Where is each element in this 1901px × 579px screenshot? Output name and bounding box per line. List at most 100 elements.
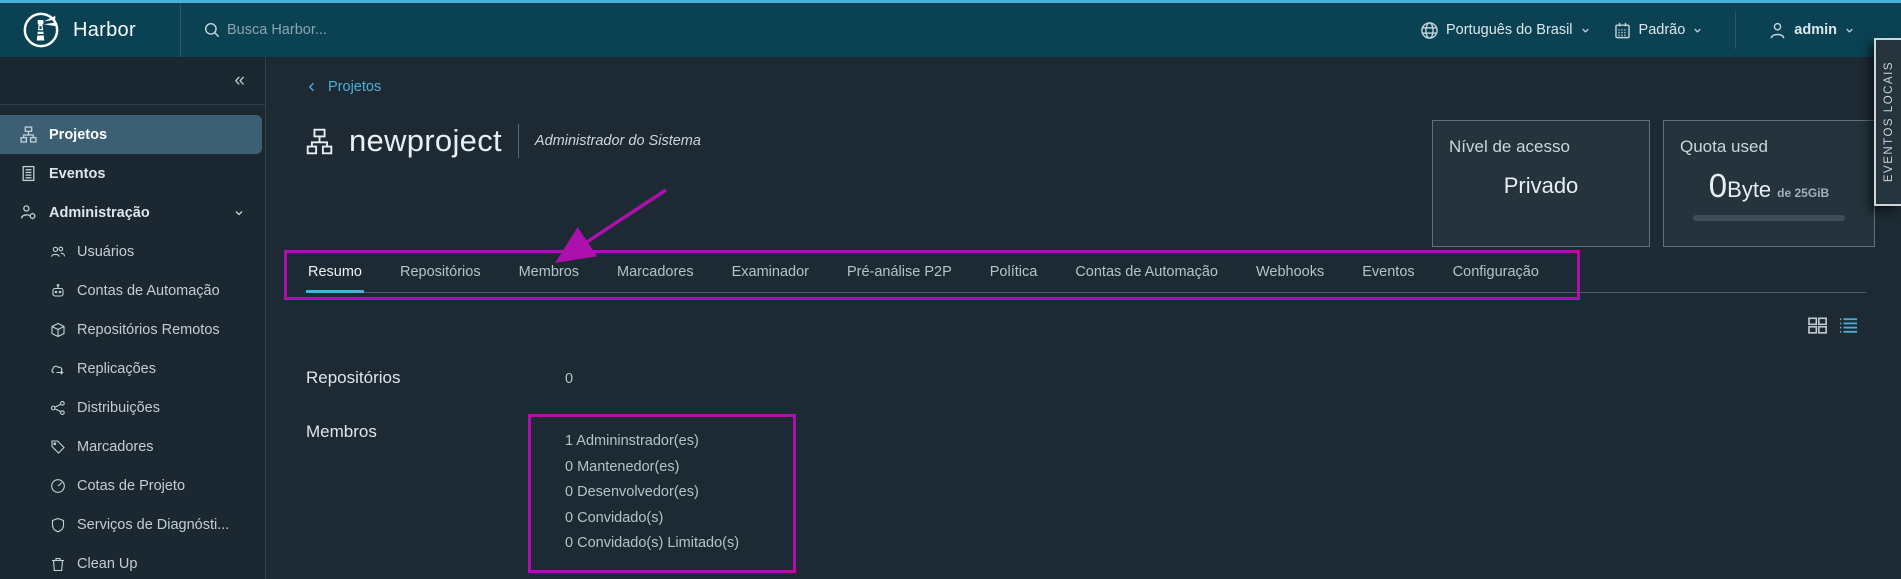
sidebar-item-clean-up[interactable]: Clean Up <box>0 544 265 579</box>
sidebar-item-label: Administração <box>49 204 150 221</box>
sidebar-item-replicacoes[interactable]: Replicações <box>0 349 265 388</box>
page-title: newproject <box>349 123 502 158</box>
harbor-logo-icon <box>22 11 60 49</box>
sidebar-item-administracao[interactable]: Administração <box>0 193 265 232</box>
user-icon <box>1768 21 1787 40</box>
theme-selector[interactable]: Padrão <box>1613 21 1704 40</box>
breadcrumb-label: Projetos <box>328 79 382 95</box>
harbor-brand[interactable]: Harbor <box>0 11 180 49</box>
sidebar-item-repositorios-remotos[interactable]: Repositórios Remotos <box>0 310 265 349</box>
sidebar-item-distribuicoes[interactable]: Distribuições <box>0 388 265 427</box>
breadcrumb[interactable]: Projetos <box>306 79 381 95</box>
sidebar: « Projetos Eventos Administração Usuário… <box>0 57 266 579</box>
access-level-title: Nível de acesso <box>1449 137 1570 156</box>
search-input[interactable] <box>227 22 647 38</box>
title-divider <box>517 124 519 158</box>
sidebar-item-label: Marcadores <box>77 438 154 455</box>
global-search <box>181 21 1420 39</box>
sidebar-item-label: Clean Up <box>77 555 138 572</box>
logs-icon <box>20 165 37 182</box>
project-role-label: Administrador do Sistema <box>534 133 701 149</box>
member-count-maintainer: 0 Mantenedor(es) <box>565 458 680 475</box>
sidebar-item-label: Eventos <box>49 165 106 182</box>
sidebar-item-projetos[interactable]: Projetos <box>0 115 262 154</box>
admin-gear-user-icon <box>20 204 37 221</box>
sidebar-item-label: Contas de Automação <box>77 282 220 299</box>
tab-resumo[interactable]: Resumo <box>306 253 364 293</box>
sidebar-item-servicos-de-diagnostico[interactable]: Serviços de Diagnósti... <box>0 505 265 544</box>
project-cards: Nível de acesso Privado Quota used 0Byte… <box>1432 120 1875 247</box>
member-count-developer: 0 Desenvolvedor(es) <box>565 484 699 500</box>
access-level-value: Privado <box>1503 173 1579 198</box>
user-menu[interactable]: admin <box>1768 21 1855 40</box>
users-icon <box>50 244 66 260</box>
trash-icon <box>50 556 66 572</box>
project-icon <box>306 128 333 155</box>
quota-card: Quota used 0Byte de 25GiB <box>1663 120 1875 247</box>
access-level-card: Nível de acesso Privado <box>1432 120 1650 247</box>
sidebar-collapse-button[interactable]: « <box>0 57 265 105</box>
sidebar-nav: Projetos Eventos Administração Usuários … <box>0 105 265 579</box>
sidebar-item-usuarios[interactable]: Usuários <box>0 232 265 271</box>
tab-examinador[interactable]: Examinador <box>730 253 811 292</box>
quota-meter-icon <box>50 478 66 494</box>
tab-configuracao[interactable]: Configuração <box>1451 253 1541 292</box>
repositories-row: Repositórios 0 <box>306 360 796 388</box>
card-view-icon[interactable] <box>1807 315 1828 336</box>
brand-title: Harbor <box>73 18 136 41</box>
member-count-limited-guest: 0 Convidado(s) Limitado(s) <box>565 535 740 551</box>
chevron-down-icon <box>1692 25 1703 36</box>
user-name: admin <box>1794 22 1837 38</box>
project-tabbar: Resumo Repositórios Membros Marcadores E… <box>306 253 1866 293</box>
repositories-label: Repositórios <box>306 368 401 387</box>
chevron-down-icon <box>233 207 245 219</box>
local-events-label: EVENTOS LOCAIS <box>1882 61 1895 183</box>
sidebar-item-label: Distribuições <box>77 399 160 416</box>
quota-title: Quota used <box>1680 137 1768 156</box>
app-header: Harbor Português do Brasil <box>0 3 1901 57</box>
tab-politica[interactable]: Política <box>988 253 1040 292</box>
sidebar-item-eventos[interactable]: Eventos <box>0 154 265 193</box>
collapse-icon: « <box>234 69 245 91</box>
tab-eventos[interactable]: Eventos <box>1360 253 1416 292</box>
chevron-down-icon <box>1580 25 1591 36</box>
repositories-count: 0 <box>565 371 574 387</box>
sidebar-item-label: Projetos <box>49 126 108 143</box>
theme-icon <box>1613 21 1632 40</box>
cloud-sync-icon <box>50 361 66 377</box>
shield-icon <box>50 517 66 533</box>
sidebar-item-label: Cotas de Projeto <box>77 477 186 494</box>
members-row: Membros 1 Admininstrador(es) 0 Mantenedo… <box>306 414 796 573</box>
cube-icon <box>50 322 66 338</box>
sidebar-item-cotas-de-projeto[interactable]: Cotas de Projeto <box>0 466 265 505</box>
language-selector[interactable]: Português do Brasil <box>1420 21 1591 40</box>
tab-marcadores[interactable]: Marcadores <box>615 253 696 292</box>
header-actions: Português do Brasil Padrão admin <box>1420 11 1901 49</box>
tab-repositorios[interactable]: Repositórios <box>398 253 483 292</box>
share-icon <box>50 400 66 416</box>
language-label: Português do Brasil <box>1445 22 1573 38</box>
chevron-left-icon <box>306 81 318 93</box>
list-view-icon[interactable] <box>1838 315 1859 336</box>
sidebar-item-marcadores[interactable]: Marcadores <box>0 427 265 466</box>
tab-pre-analise-p2p[interactable]: Pré-análise P2P <box>845 253 954 292</box>
robot-icon <box>50 283 66 299</box>
annotation-box-members: 1 Admininstrador(es) 0 Mantenedor(es) 0 … <box>528 414 796 573</box>
local-events-tab[interactable]: EVENTOS LOCAIS <box>1874 38 1901 206</box>
sidebar-item-contas-de-automacao[interactable]: Contas de Automação <box>0 271 265 310</box>
tag-icon <box>50 439 66 455</box>
project-title-row: newproject Administrador do Sistema <box>306 123 701 159</box>
sidebar-item-label: Replicações <box>77 360 156 377</box>
tab-webhooks[interactable]: Webhooks <box>1254 253 1326 292</box>
tab-membros[interactable]: Membros <box>517 253 581 292</box>
sidebar-item-label: Serviços de Diagnósti... <box>77 516 230 533</box>
project-summary: Repositórios 0 Membros 1 Admininstrador(… <box>306 360 796 573</box>
header-divider <box>1735 11 1737 49</box>
projects-icon <box>20 126 37 143</box>
quota-value: 0Byte de 25GiB <box>1708 167 1830 204</box>
member-count-admin: 1 Admininstrador(es) <box>565 433 699 449</box>
sidebar-item-label: Usuários <box>77 243 135 260</box>
quota-progress-bar <box>1693 215 1845 221</box>
globe-icon <box>1420 21 1439 40</box>
tab-contas-de-automacao[interactable]: Contas de Automação <box>1073 253 1220 292</box>
